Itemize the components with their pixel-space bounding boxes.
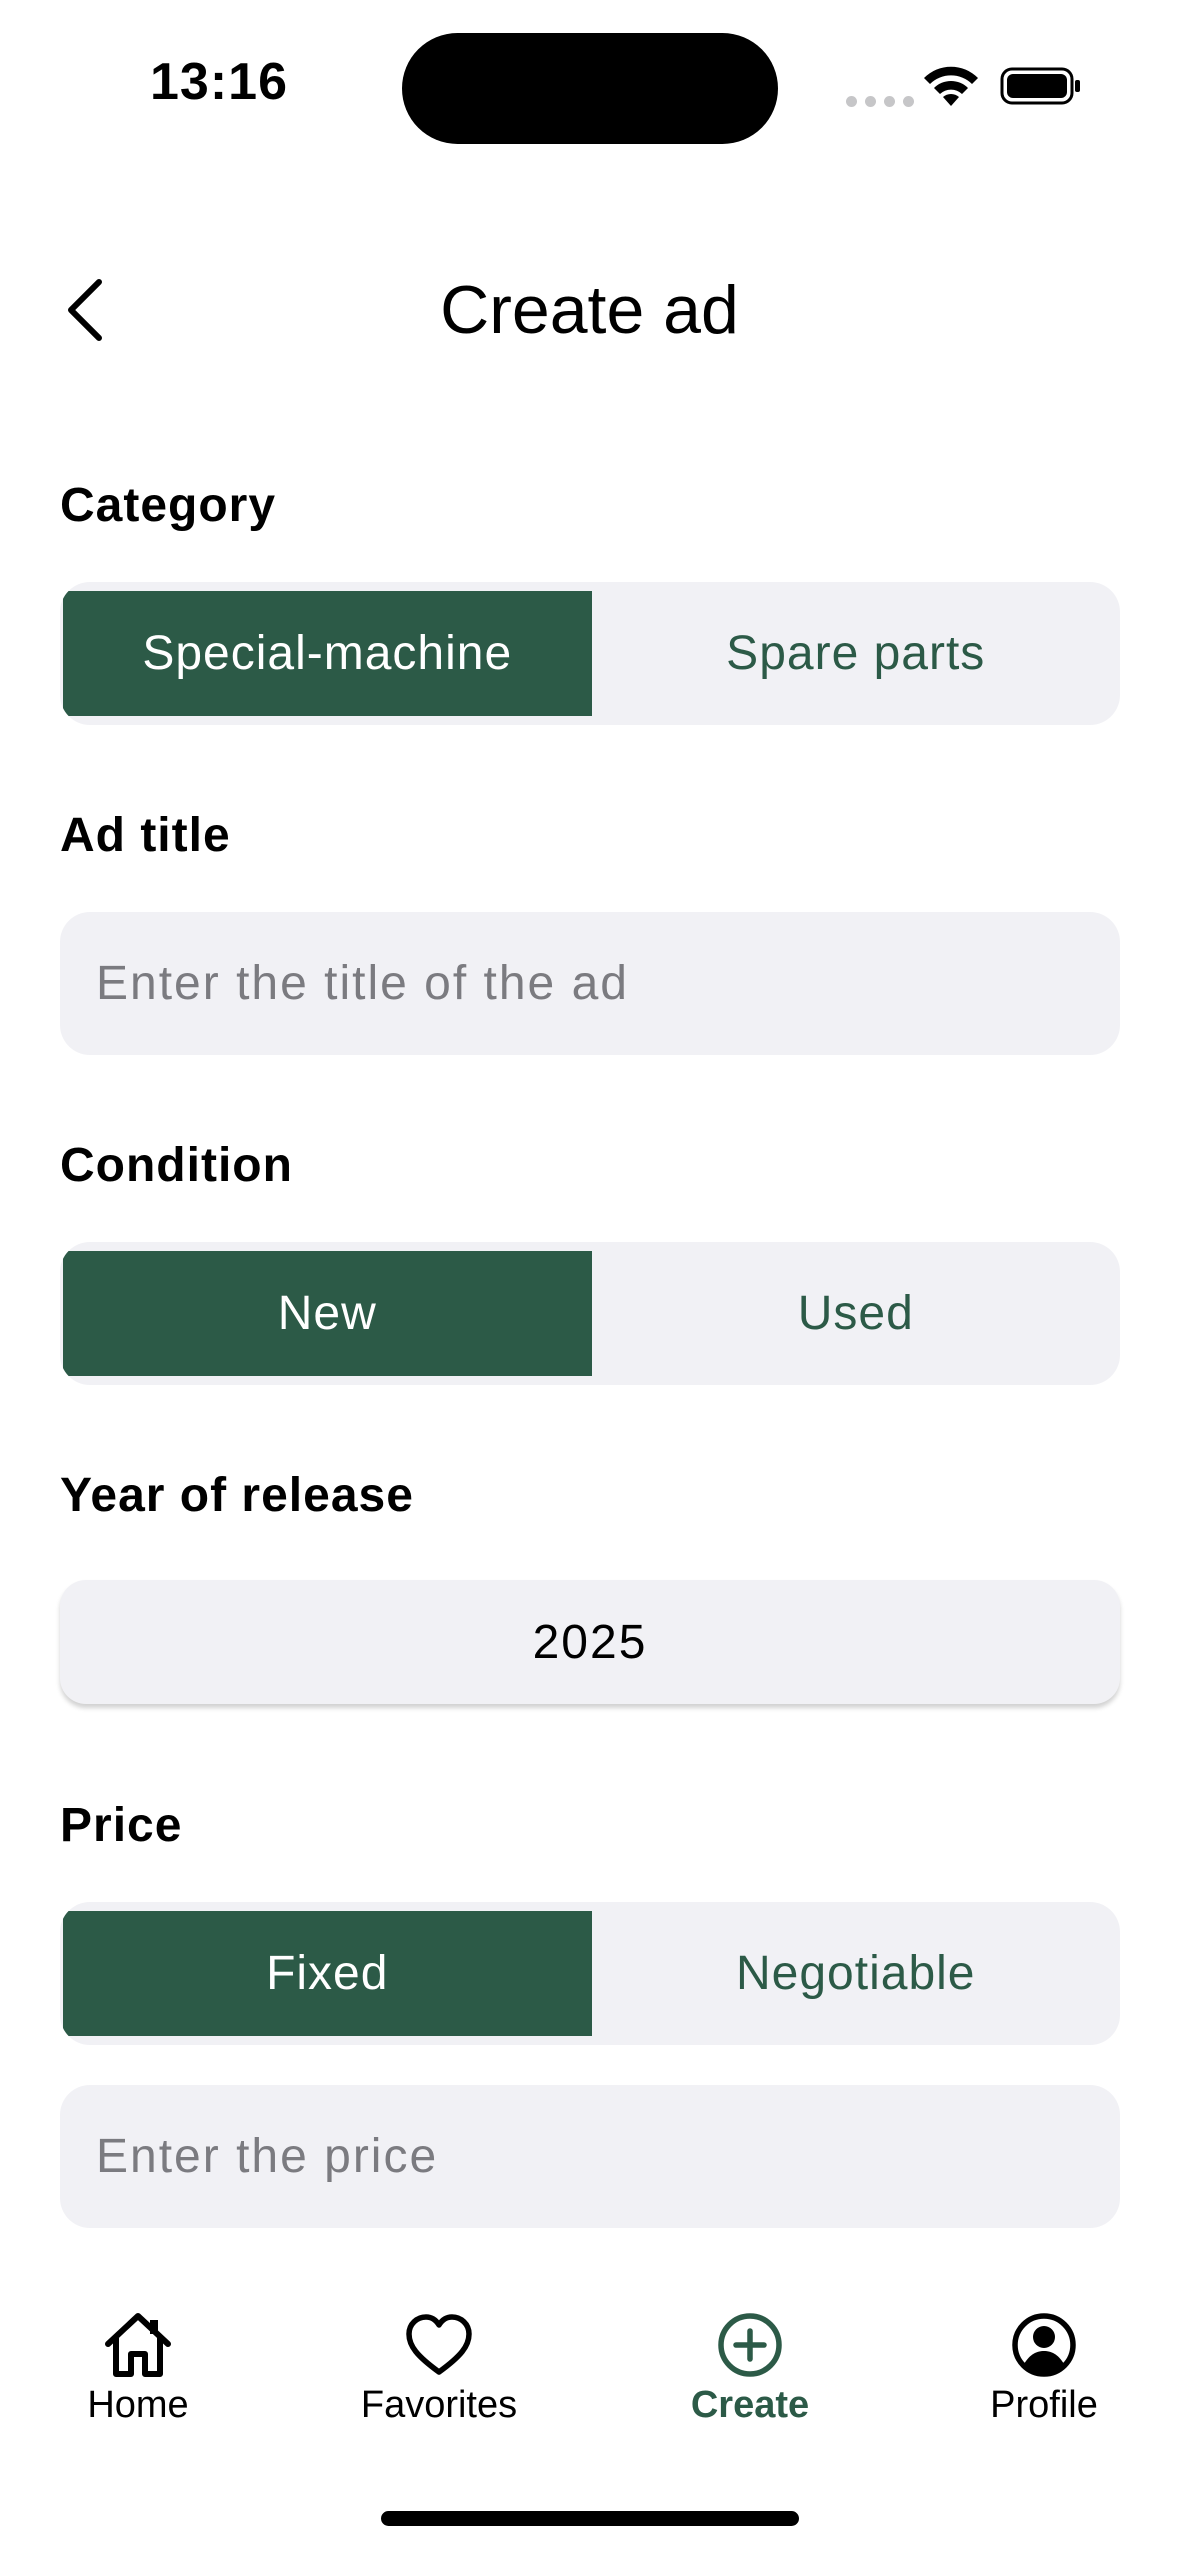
condition-label: Condition — [60, 1139, 293, 1192]
heart-icon — [406, 2314, 472, 2375]
tab-home[interactable]: Home — [8, 2290, 268, 2460]
tab-favorites-label: Favorites — [360, 2384, 518, 2426]
category-label: Category — [60, 479, 277, 532]
status-time: 13:16 — [150, 53, 288, 111]
tab-home-label: Home — [87, 2384, 189, 2426]
condition-option-used[interactable]: Used — [592, 1242, 1121, 1385]
year-picker[interactable]: 2025 — [60, 1580, 1120, 1704]
battery-icon — [1000, 67, 1080, 105]
tab-favorites[interactable]: Favorites — [309, 2290, 569, 2460]
ad-title-label: Ad title — [60, 809, 231, 862]
price-segmented-control: Fixed Negotiable — [60, 1902, 1120, 2045]
profile-icon — [1012, 2313, 1076, 2377]
category-option-spare-parts[interactable]: Spare parts — [592, 582, 1121, 725]
bottom-tab-bar: Home Favorites Create Profile — [0, 2290, 1179, 2460]
price-option-negotiable[interactable]: Negotiable — [592, 1902, 1121, 2045]
category-segmented-control: Special-machine Spare parts — [60, 582, 1120, 725]
page-title: Create ad — [440, 272, 739, 348]
category-option-special-machine[interactable]: Special-machine — [63, 591, 592, 716]
home-indicator — [381, 2511, 799, 2526]
condition-option-new[interactable]: New — [63, 1251, 592, 1376]
tab-create-label: Create — [690, 2384, 810, 2426]
dynamic-island — [402, 33, 778, 144]
price-input[interactable]: Enter the price — [60, 2085, 1120, 2228]
price-option-fixed[interactable]: Fixed — [63, 1911, 592, 2036]
cellular-signal-icon — [846, 96, 914, 107]
status-bar: 13:16 — [0, 0, 1179, 170]
tab-create[interactable]: Create — [620, 2290, 880, 2460]
plus-circle-icon — [718, 2313, 782, 2377]
condition-segmented-control: New Used — [60, 1242, 1120, 1385]
nav-header: Create ad — [0, 250, 1179, 370]
wifi-icon — [924, 66, 978, 106]
year-label: Year of release — [60, 1469, 414, 1522]
home-icon — [105, 2313, 171, 2377]
tab-profile[interactable]: Profile — [914, 2290, 1174, 2460]
tab-profile-label: Profile — [990, 2384, 1098, 2426]
price-label: Price — [60, 1799, 183, 1852]
ad-title-input[interactable]: Enter the title of the ad — [60, 912, 1120, 1055]
